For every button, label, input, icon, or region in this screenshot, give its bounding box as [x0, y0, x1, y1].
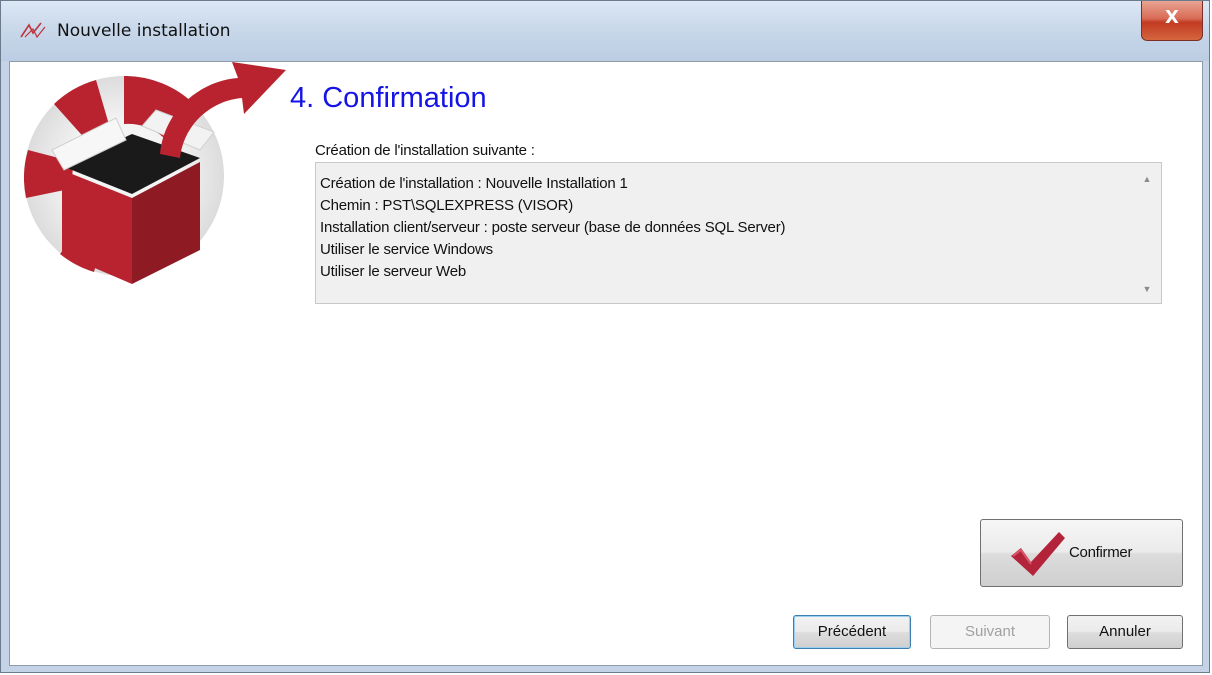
step-title: 4. Confirmation	[290, 82, 487, 114]
summary-line: Chemin : PST\SQLEXPRESS (VISOR)	[320, 197, 574, 214]
checkmark-icon	[1011, 532, 1065, 576]
summary-line: Utiliser le serveur Web	[320, 263, 467, 280]
summary-textbox[interactable]: Création de l'installation : Nouvelle In…	[315, 162, 1162, 304]
summary-line: Création de l'installation : Nouvelle In…	[320, 175, 628, 192]
section-label: Création de l'installation suivante :	[315, 142, 535, 159]
confirm-button-label: Confirmer	[1069, 544, 1133, 561]
summary-line: Utiliser le service Windows	[320, 241, 493, 258]
confirm-button[interactable]: Confirmer	[980, 519, 1183, 587]
scroll-down-arrow-icon[interactable]: ▼	[1141, 283, 1153, 295]
window-title: Nouvelle installation	[57, 21, 231, 41]
cancel-button[interactable]: Annuler	[1067, 615, 1183, 649]
close-icon: X	[1165, 7, 1179, 28]
summary-lines: Création de l'installation : Nouvelle In…	[320, 173, 785, 283]
app-logo-icon	[19, 21, 47, 41]
summary-line: Installation client/serveur : poste serv…	[320, 219, 786, 236]
installation-dialog: Nouvelle installation X 4. Confirmation …	[0, 0, 1210, 673]
installation-box-icon	[24, 62, 286, 284]
dialog-content: 4. Confirmation Création de l'installati…	[9, 61, 1203, 666]
scroll-up-arrow-icon[interactable]: ▲	[1141, 173, 1153, 185]
previous-button[interactable]: Précédent	[793, 615, 911, 649]
title-bar[interactable]: Nouvelle installation X	[1, 1, 1209, 61]
close-button[interactable]: X	[1141, 1, 1203, 41]
next-button[interactable]: Suivant	[930, 615, 1050, 649]
